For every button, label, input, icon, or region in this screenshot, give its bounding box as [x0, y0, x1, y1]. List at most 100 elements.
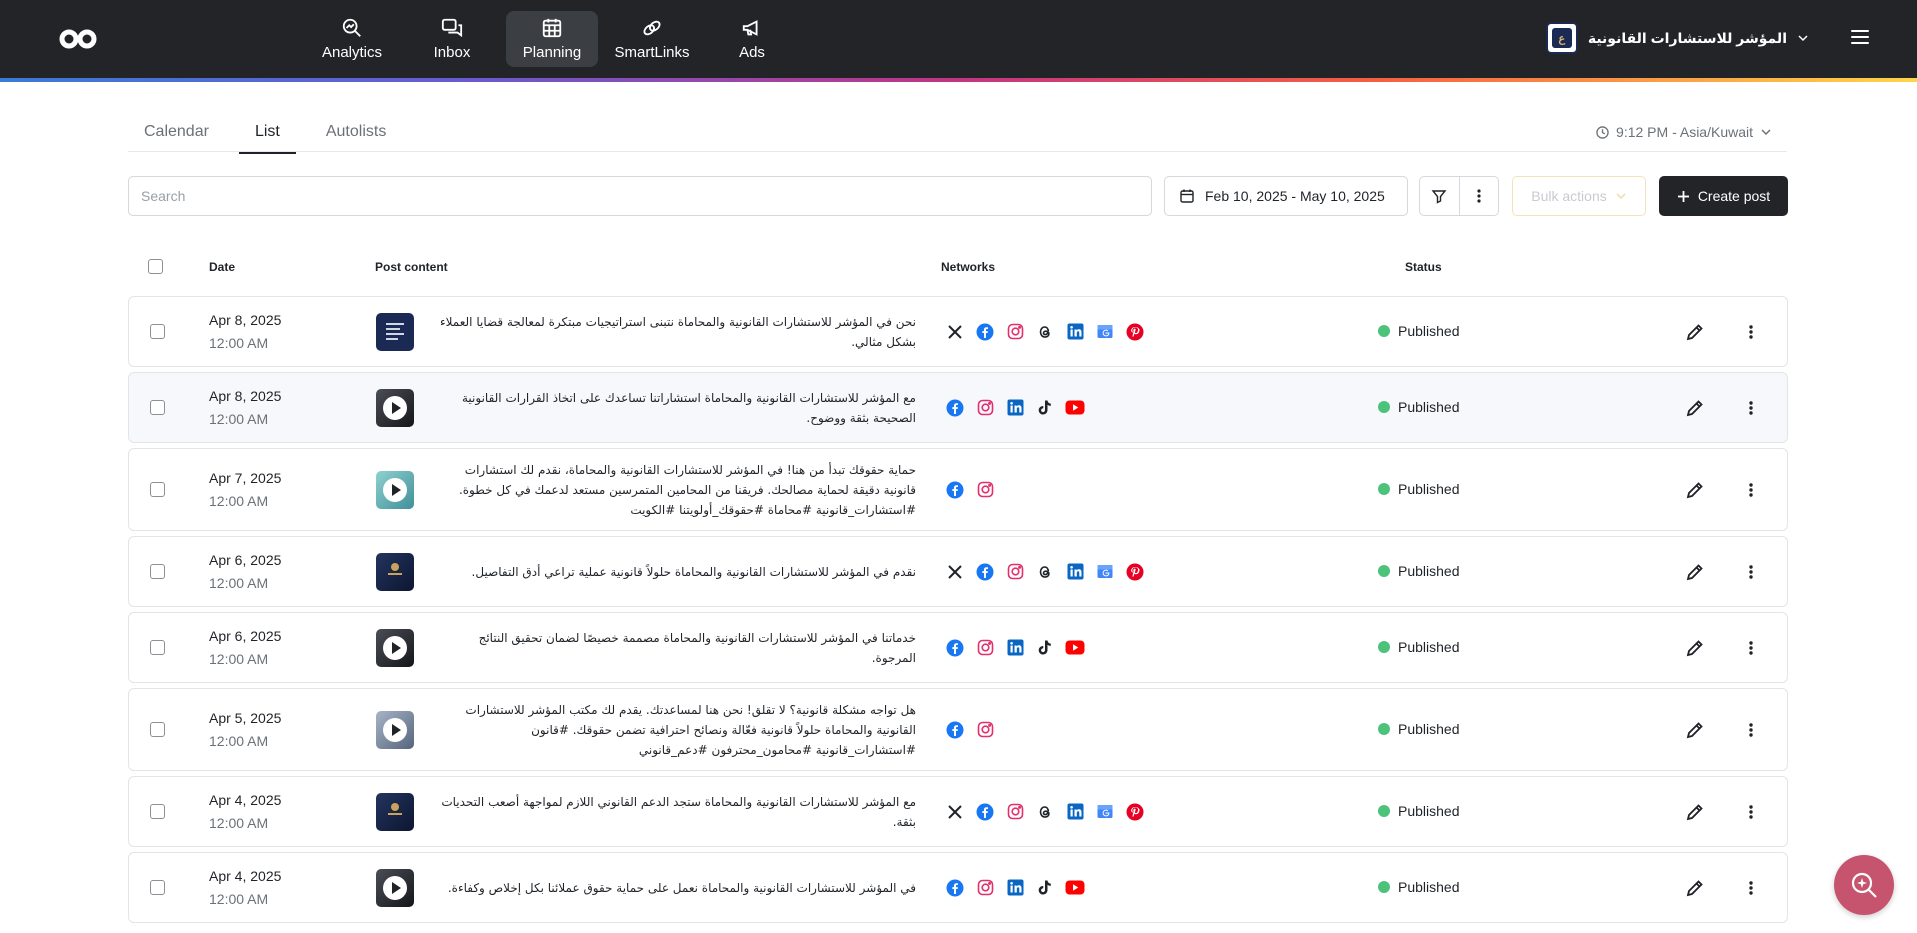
post-content-text[interactable]: خدماتنا في المؤشر للاستشارات القانونية و…	[431, 628, 916, 668]
more-vertical-icon[interactable]	[1741, 638, 1761, 658]
more-vertical-icon[interactable]	[1741, 480, 1761, 500]
tabs-divider	[128, 151, 1787, 152]
post-date-day: Apr 5, 2025	[209, 709, 282, 726]
post-content-text[interactable]: نقدم في المؤشر للاستشارات القانونية والم…	[431, 562, 916, 582]
edit-pencil-icon[interactable]	[1685, 322, 1705, 342]
nav-planning[interactable]: Planning	[506, 11, 598, 67]
post-content-text[interactable]: في المؤشر للاستشارات القانونية والمحاماة…	[431, 878, 916, 898]
tab-calendar[interactable]: Calendar	[128, 118, 225, 154]
post-content-text[interactable]: حماية حقوقك تبدأ من هنا! في المؤشر للاست…	[431, 460, 916, 520]
select-all-checkbox[interactable]	[148, 259, 163, 274]
more-vertical-icon[interactable]	[1741, 720, 1761, 740]
bulk-actions-label: Bulk actions	[1531, 188, 1607, 204]
bulk-actions-button[interactable]: Bulk actions	[1512, 176, 1646, 216]
nav-ads[interactable]: Ads	[706, 11, 798, 67]
more-vertical-icon[interactable]	[1741, 562, 1761, 582]
table-row[interactable]: Apr 5, 2025 12:00 AM هل تواجه مشكلة قانو…	[128, 688, 1788, 771]
top-navigation-bar: Analytics Inbox Planning SmartLinks Ads …	[0, 0, 1917, 78]
table-row[interactable]: Apr 8, 2025 12:00 AM نحن في المؤشر للاست…	[128, 296, 1788, 367]
status-badge: Published	[1378, 879, 1460, 895]
post-date-time: 12:00 AM	[209, 574, 269, 591]
filter-button[interactable]	[1420, 177, 1459, 215]
post-content-text[interactable]: مع المؤشر للاستشارات القانونية والمحاماة…	[431, 792, 916, 832]
nav-label: Inbox	[433, 44, 471, 61]
tab-autolists[interactable]: Autolists	[310, 118, 402, 154]
edit-pencil-icon[interactable]	[1685, 878, 1705, 898]
edit-pencil-icon[interactable]	[1685, 480, 1705, 500]
post-content-text[interactable]: نحن في المؤشر للاستشارات القانونية والمح…	[431, 312, 916, 352]
ai-assistant-button[interactable]	[1834, 855, 1894, 915]
column-header-status: Status	[1405, 260, 1442, 274]
row-checkbox[interactable]	[150, 803, 165, 819]
table-row[interactable]: Apr 4, 2025 12:00 AM في المؤشر للاستشارا…	[128, 852, 1788, 923]
status-dot	[1378, 804, 1390, 817]
pinterest-icon	[1125, 802, 1145, 822]
edit-pencil-icon[interactable]	[1685, 562, 1705, 582]
date-range-picker[interactable]: Feb 10, 2025 - May 10, 2025	[1164, 176, 1408, 216]
edit-pencil-icon[interactable]	[1685, 802, 1705, 822]
post-thumbnail[interactable]	[376, 552, 414, 591]
more-vertical-icon[interactable]	[1741, 802, 1761, 822]
hamburger-menu-icon[interactable]	[1851, 30, 1869, 44]
post-thumbnail[interactable]	[376, 470, 414, 509]
facebook-icon	[945, 638, 965, 658]
post-thumbnail[interactable]	[376, 868, 414, 907]
chevron-down-icon	[1798, 35, 1808, 42]
facebook-icon	[975, 322, 995, 342]
post-networks	[945, 638, 1085, 658]
more-vertical-icon[interactable]	[1741, 398, 1761, 418]
timezone-selector[interactable]: 9:12 PM - Asia/Kuwait	[1596, 124, 1772, 140]
linkedin-icon	[1005, 878, 1025, 898]
infinity-logo-icon[interactable]	[58, 26, 98, 52]
post-thumbnail[interactable]	[376, 312, 414, 351]
instagram-icon	[975, 398, 995, 418]
account-switcher[interactable]: ع المؤشر للاستشارات القانونية	[1545, 22, 1809, 54]
table-row[interactable]: Apr 6, 2025 12:00 AM نقدم في المؤشر للاس…	[128, 536, 1788, 607]
play-icon	[383, 635, 407, 660]
table-row[interactable]: Apr 8, 2025 12:00 AM مع المؤشر للاستشارا…	[128, 372, 1788, 443]
nav-analytics[interactable]: Analytics	[306, 11, 398, 67]
post-thumbnail[interactable]	[376, 628, 414, 667]
row-checkbox[interactable]	[150, 639, 165, 655]
status-label: Published	[1398, 720, 1460, 737]
post-date: Apr 6, 2025 12:00 AM	[209, 549, 281, 595]
post-thumbnail[interactable]	[376, 792, 414, 831]
tiktok-icon	[1035, 878, 1055, 898]
more-options-button[interactable]	[1458, 177, 1498, 215]
facebook-icon	[945, 398, 965, 418]
instagram-icon	[1005, 322, 1025, 342]
row-checkbox[interactable]	[150, 481, 165, 497]
post-date-day: Apr 6, 2025	[209, 627, 282, 644]
nav-smartlinks[interactable]: SmartLinks	[606, 11, 698, 67]
post-content-text[interactable]: هل تواجه مشكلة قانونية؟ لا تقلق! نحن هنا…	[431, 700, 916, 760]
x-icon	[945, 562, 965, 582]
status-badge: Published	[1378, 323, 1460, 339]
row-checkbox[interactable]	[150, 323, 165, 339]
row-checkbox[interactable]	[150, 879, 165, 895]
more-vertical-icon[interactable]	[1741, 878, 1761, 898]
edit-pencil-icon[interactable]	[1685, 638, 1705, 658]
instagram-icon	[975, 878, 995, 898]
search-input[interactable]	[128, 176, 1152, 216]
more-vertical-icon[interactable]	[1741, 322, 1761, 342]
post-content-text[interactable]: مع المؤشر للاستشارات القانونية والمحاماة…	[431, 388, 916, 428]
post-thumbnail[interactable]	[376, 388, 414, 427]
edit-pencil-icon[interactable]	[1685, 720, 1705, 740]
table-row[interactable]: Apr 4, 2025 12:00 AM مع المؤشر للاستشارا…	[128, 776, 1788, 847]
more-vertical-icon	[1477, 189, 1481, 203]
status-label: Published	[1398, 480, 1460, 497]
nav-label: Planning	[522, 44, 582, 61]
post-date-time: 12:00 AM	[209, 650, 269, 667]
create-post-button[interactable]: Create post	[1659, 176, 1788, 216]
post-thumbnail[interactable]	[376, 710, 414, 749]
tab-list[interactable]: List	[238, 118, 296, 154]
view-tabs: Calendar List Autolists	[128, 118, 416, 154]
table-row[interactable]: Apr 6, 2025 12:00 AM خدماتنا في المؤشر ل…	[128, 612, 1788, 683]
table-row[interactable]: Apr 7, 2025 12:00 AM حماية حقوقك تبدأ من…	[128, 448, 1788, 531]
edit-pencil-icon[interactable]	[1685, 398, 1705, 418]
row-checkbox[interactable]	[150, 721, 165, 737]
row-checkbox[interactable]	[150, 563, 165, 579]
row-checkbox[interactable]	[150, 399, 165, 415]
pinterest-icon	[1125, 562, 1145, 582]
nav-inbox[interactable]: Inbox	[406, 11, 498, 67]
